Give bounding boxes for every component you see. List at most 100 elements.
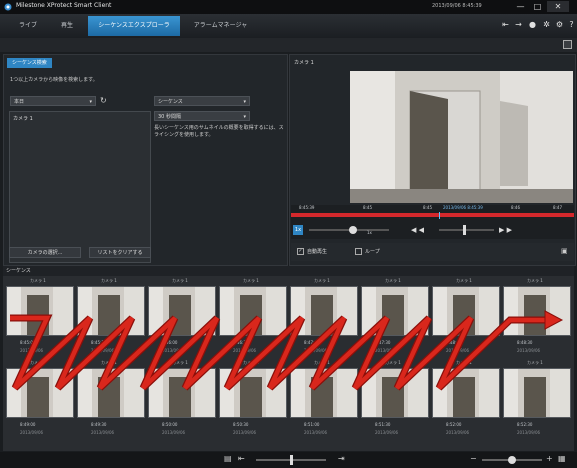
type-select-value: シーケンス (158, 99, 183, 105)
period-select[interactable]: 本日 ▾ (10, 96, 96, 106)
thumbnail-item[interactable]: カメラ 1 8:49:00 2013/09/06 (6, 360, 74, 448)
thumbnail-item[interactable]: カメラ 1 8:46:00 2013/09/06 (148, 278, 216, 366)
play-icon[interactable]: ▶ ▶ (499, 226, 512, 234)
tab-live[interactable]: ライブ (8, 16, 48, 36)
playback-slider-handle[interactable] (463, 225, 466, 235)
clear-list-button[interactable]: リストをクリアする (89, 247, 151, 258)
thumbnail-time: 8:46:30 (233, 340, 249, 345)
refresh-icon[interactable]: ↻ (100, 96, 107, 105)
thumbnail-label: カメラ 1 (456, 360, 472, 365)
zoom-in-icon[interactable]: + (546, 454, 553, 463)
thumbnail-item[interactable]: カメラ 1 8:45:30 2013/09/06 (77, 278, 145, 366)
export-icon[interactable]: ▣ (561, 247, 568, 255)
camera-list-item[interactable]: カメラ 1 (13, 115, 33, 122)
thumbnail-image[interactable] (219, 286, 287, 336)
sequence-area: カメラ 1 8:45:00 2013/09/06 カメラ 1 8:45:30 2013/0… (3, 276, 574, 451)
thumbnail-image[interactable] (361, 368, 429, 418)
thumbnail-image[interactable] (503, 368, 571, 418)
chevron-down-icon: ▾ (89, 99, 92, 105)
timeline-playhead[interactable] (439, 212, 440, 219)
thumbnail-item[interactable]: カメラ 1 8:49:30 2013/09/06 (77, 360, 145, 448)
page-slider-handle[interactable] (290, 455, 293, 465)
thumbnail-image[interactable] (148, 368, 216, 418)
thumbnail-item[interactable]: カメラ 1 8:47:30 2013/09/06 (361, 278, 429, 366)
maximize-icon[interactable]: □ (530, 1, 545, 12)
tab-sequence-explorer[interactable]: シーケンスエクスプローラ (88, 16, 180, 36)
info-icon[interactable]: ● (527, 19, 538, 31)
select-camera-button[interactable]: カメラの選択... (9, 247, 81, 258)
search-panel-tab[interactable]: シーケンス検索 (7, 58, 52, 68)
search-instruction: 1つ以上カメラから映像を検索します。 (10, 77, 98, 83)
thumbnail-image[interactable] (6, 368, 74, 418)
tab-alarm-manager[interactable]: アラームマネージャ (183, 16, 258, 36)
sequence-title: シーケンス (6, 268, 31, 274)
speed-button[interactable]: 1x (293, 225, 303, 235)
thumbnail-image[interactable] (361, 286, 429, 336)
thumbnail-date: 2013/09/06 (304, 430, 328, 435)
camera-name: カメラ 1 (294, 60, 314, 66)
thumbnail-label: カメラ 1 (243, 278, 259, 283)
help-icon[interactable]: ? (566, 19, 577, 31)
sequence-header: シーケンス (3, 266, 574, 276)
type-select[interactable]: シーケンス ▾ (154, 96, 250, 106)
thumbnail-label: カメラ 1 (456, 278, 472, 283)
thumbnail-image[interactable] (503, 286, 571, 336)
thumbnail-date: 2013/09/06 (517, 430, 541, 435)
camera-list[interactable]: カメラ 1 (9, 111, 151, 263)
first-page-icon[interactable]: ⇤ (238, 454, 245, 463)
forward-icon[interactable]: → (513, 19, 524, 31)
thumbnail-image[interactable] (432, 286, 500, 336)
thumbnail-time: 8:52:00 (446, 422, 462, 427)
layout-icon[interactable]: ▦ (558, 454, 566, 463)
minimize-icon[interactable]: — (513, 1, 528, 12)
thumbnail-item[interactable]: カメラ 1 8:50:30 2013/09/06 (219, 360, 287, 448)
chevron-down-icon: ▾ (243, 114, 246, 120)
thumbnail-date: 2013/09/06 (162, 348, 186, 353)
auto-play-checkbox[interactable]: ✓ (297, 248, 304, 255)
tab-playback[interactable]: 再生 (50, 16, 84, 36)
zoom-out-icon[interactable]: − (470, 454, 477, 463)
thumbnail-item[interactable]: カメラ 1 8:50:00 2013/09/06 (148, 360, 216, 448)
step-back-icon[interactable]: ◀ ◀ (411, 226, 424, 234)
video-preview[interactable] (350, 71, 573, 203)
thumbnail-label: カメラ 1 (30, 360, 46, 365)
thumbnail-item[interactable]: カメラ 1 8:51:30 2013/09/06 (361, 360, 429, 448)
thumbnail-image[interactable] (148, 286, 216, 336)
zoom-slider-handle[interactable] (508, 456, 516, 464)
speed-slider-handle[interactable] (349, 226, 357, 234)
playback-slider[interactable] (439, 229, 494, 231)
thumbnail-image[interactable] (219, 368, 287, 418)
thumbnail-image[interactable] (290, 368, 358, 418)
thumbnail-time: 8:49:00 (20, 422, 36, 427)
timeline[interactable]: 8:45:39 8:45 8:45 2013/09/06 8:45:39 8:4… (291, 205, 574, 239)
thumbnail-item[interactable]: カメラ 1 8:46:30 2013/09/06 (219, 278, 287, 366)
last-page-icon[interactable]: ⇥ (338, 454, 345, 463)
thumbnail-time: 8:52:30 (517, 422, 533, 427)
thumbnail-image[interactable] (6, 286, 74, 336)
settings-icon[interactable]: ✲ (541, 19, 552, 31)
thumbnail-item[interactable]: カメラ 1 8:52:00 2013/09/06 (432, 360, 500, 448)
thumbnail-image[interactable] (77, 286, 145, 336)
thumbnail-image[interactable] (432, 368, 500, 418)
thumbnail-date: 2013/09/06 (517, 348, 541, 353)
interval-select[interactable]: 30 秒間隔 ▾ (154, 111, 250, 121)
thumbnail-item[interactable]: カメラ 1 8:48:30 2013/09/06 (503, 278, 571, 366)
rewind-icon[interactable]: ⇤ (500, 19, 511, 31)
grid-icon[interactable] (563, 40, 572, 49)
thumbnail-image[interactable] (290, 286, 358, 336)
close-icon[interactable]: ✕ (547, 1, 569, 12)
chevron-down-icon: ▾ (243, 99, 246, 105)
thumbnail-item[interactable]: カメラ 1 8:52:30 2013/09/06 (503, 360, 571, 448)
thumbnail-image[interactable] (77, 368, 145, 418)
view-list-icon[interactable]: ▤ (224, 454, 232, 463)
thumbnail-item[interactable]: カメラ 1 8:47:00 2013/09/06 (290, 278, 358, 366)
loop-checkbox[interactable] (355, 248, 362, 255)
thumbnail-time: 8:45:30 (91, 340, 107, 345)
options-icon[interactable]: ⚙ (554, 19, 565, 31)
thumbnail-time: 8:46:00 (162, 340, 178, 345)
thumbnail-item[interactable]: カメラ 1 8:48:00 2013/09/06 (432, 278, 500, 366)
timeline-tick: 8:45:39 (299, 205, 315, 210)
timeline-current-time: 2013/09/06 8:45:39 (443, 205, 483, 210)
thumbnail-item[interactable]: カメラ 1 8:45:00 2013/09/06 (6, 278, 74, 366)
thumbnail-item[interactable]: カメラ 1 8:51:00 2013/09/06 (290, 360, 358, 448)
